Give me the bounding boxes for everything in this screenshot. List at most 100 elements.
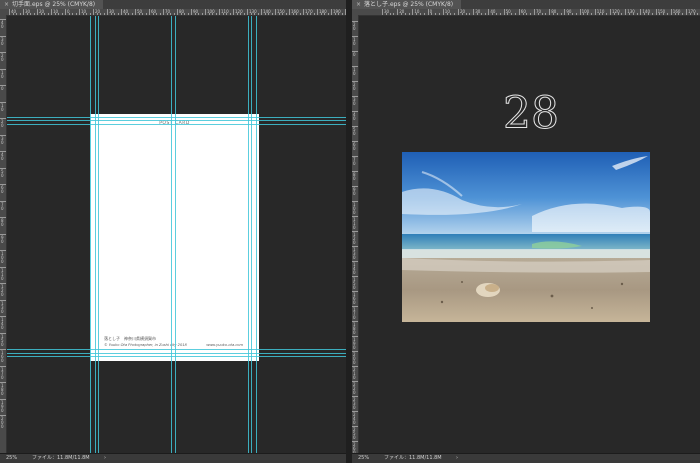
ruler-label: 150 bbox=[353, 277, 356, 290]
ruler-label: 130 bbox=[1, 300, 4, 314]
ruler-minor-tick bbox=[33, 13, 35, 15]
guide-line[interactable] bbox=[7, 356, 346, 357]
ruler-minor-tick bbox=[131, 13, 133, 15]
ruler-minor-tick bbox=[142, 13, 143, 15]
ruler-minor-tick bbox=[82, 13, 84, 15]
ruler-minor-tick bbox=[484, 13, 486, 15]
ruler-label: 180 bbox=[1, 383, 4, 396]
ruler-minor-tick bbox=[198, 13, 199, 15]
guide-line[interactable] bbox=[248, 16, 249, 454]
guide-line[interactable] bbox=[7, 353, 346, 354]
horizontal-ruler[interactable]: 30 20 10 0 10 20 30 40 50 60 70 80 90 100 110 120 130 140… bbox=[358, 9, 700, 16]
ruler-minor-tick bbox=[187, 13, 189, 15]
ruler-label: 120 bbox=[1, 284, 4, 297]
ruler-minor-tick bbox=[446, 13, 448, 15]
ruler-minor-tick bbox=[117, 13, 119, 15]
ruler-minor-tick bbox=[40, 13, 42, 15]
guide-line[interactable] bbox=[7, 349, 346, 350]
ruler-minor-tick bbox=[271, 13, 273, 15]
zoom-level[interactable]: 25% bbox=[6, 454, 17, 463]
ruler-minor-tick bbox=[292, 13, 294, 15]
guide-line[interactable] bbox=[7, 120, 346, 121]
guide-line[interactable] bbox=[98, 16, 99, 454]
ruler-label: 160 bbox=[353, 292, 356, 305]
ruler-tick bbox=[65, 9, 66, 15]
ruler-minor-tick bbox=[194, 13, 196, 15]
ruler-minor-tick bbox=[128, 13, 129, 15]
ruler-minor-tick bbox=[408, 13, 410, 15]
ruler-minor-tick bbox=[285, 13, 287, 15]
ruler-tick bbox=[488, 9, 490, 15]
tab-right-document[interactable]: × 落とし子.eps @ 25% (CMYK/8) bbox=[352, 0, 462, 9]
document-canvas[interactable]: 28 bbox=[359, 16, 700, 454]
guide-line[interactable] bbox=[175, 16, 176, 454]
ruler-minor-tick bbox=[236, 13, 238, 15]
ruler-minor-tick bbox=[54, 13, 56, 15]
status-menu-arrow[interactable]: › bbox=[456, 454, 458, 463]
close-icon[interactable]: × bbox=[356, 1, 361, 8]
ruler-label: 40 bbox=[1, 20, 4, 29]
ruler-label: 10 bbox=[1, 102, 4, 112]
ruler-minor-tick bbox=[184, 13, 185, 15]
ruler-minor-tick bbox=[89, 13, 91, 15]
ruler-label: 200 bbox=[1, 416, 4, 429]
caption-line: 落とし子 神奈川県横須賀市 bbox=[104, 336, 156, 341]
guide-line[interactable] bbox=[90, 16, 91, 454]
ruler-minor-tick bbox=[229, 13, 231, 15]
ruler-minor-tick bbox=[159, 13, 161, 15]
ruler-minor-tick bbox=[401, 13, 402, 15]
document-canvas[interactable]: POST CARD 落とし子 神奈川県横須賀市 © Yuuko Ota Phot… bbox=[7, 16, 346, 454]
ruler-label: 50 bbox=[353, 127, 356, 136]
vertical-ruler[interactable]: 40 30 20 10 0 10 20 30 40 50 60 70 80 90 100 110 120 130 1… bbox=[0, 15, 7, 454]
ruler-tick bbox=[534, 9, 535, 15]
ruler-tick bbox=[331, 9, 332, 15]
ruler-label: 90 bbox=[353, 187, 356, 196]
ruler-minor-tick bbox=[621, 13, 623, 15]
file-size-info: ファイル：11.8M/11.8M bbox=[32, 455, 90, 461]
ruler-tick bbox=[382, 9, 383, 15]
ruler-tick bbox=[640, 9, 642, 15]
ruler-tick bbox=[233, 9, 234, 15]
ruler-label: 30 bbox=[353, 97, 356, 106]
ruler-label: 140 bbox=[353, 262, 356, 275]
ruler-tick bbox=[205, 9, 206, 15]
guide-line[interactable] bbox=[256, 16, 257, 454]
guide-line[interactable] bbox=[7, 117, 346, 118]
ruler-minor-tick bbox=[100, 13, 101, 15]
guide-line[interactable] bbox=[7, 124, 346, 125]
zoom-level[interactable]: 25% bbox=[358, 454, 369, 463]
ruler-minor-tick bbox=[598, 13, 600, 15]
tab-left-document[interactable]: × 切手面.eps @ 25% (CMYK/8) bbox=[0, 0, 104, 9]
ruler-minor-tick bbox=[511, 13, 513, 15]
ruler-minor-tick bbox=[282, 13, 283, 15]
ruler-minor-tick bbox=[431, 13, 433, 15]
guide-line[interactable] bbox=[95, 16, 96, 454]
ruler-minor-tick bbox=[320, 13, 322, 15]
ruler-tick bbox=[163, 9, 164, 15]
vertical-ruler[interactable]: 20 10 0 10 20 30 40 50 60 70 80 90 100 110 120 130 140 15… bbox=[352, 15, 359, 463]
ruler-label: 110 bbox=[1, 267, 4, 281]
ruler-minor-tick bbox=[541, 13, 543, 15]
page-number: 28 bbox=[503, 88, 560, 139]
ruler-tick bbox=[37, 9, 38, 15]
guide-line[interactable] bbox=[251, 16, 252, 454]
status-bar: 25% ファイル：11.8M/11.8M › bbox=[0, 453, 346, 463]
ruler-minor-tick bbox=[530, 13, 532, 15]
ruler-minor-tick bbox=[26, 13, 28, 15]
horizontal-ruler[interactable]: 40 30 20 10 0 10 20 30 40 50 60 70 80 90 100 110 120 130 1… bbox=[6, 9, 346, 16]
ruler-label: 30 bbox=[1, 135, 4, 145]
guide-line[interactable] bbox=[171, 16, 172, 454]
ruler-minor-tick bbox=[72, 13, 73, 15]
ruler-label: 170 bbox=[353, 307, 356, 320]
ruler-tick bbox=[317, 9, 318, 15]
ruler-minor-tick bbox=[515, 13, 516, 15]
ruler-tick bbox=[594, 9, 596, 15]
ruler-minor-tick bbox=[575, 13, 577, 15]
ruler-tick bbox=[289, 9, 290, 15]
ruler-minor-tick bbox=[404, 13, 406, 15]
ruler-minor-tick bbox=[243, 13, 245, 15]
close-icon[interactable]: × bbox=[4, 1, 9, 8]
status-menu-arrow[interactable]: › bbox=[104, 454, 106, 463]
website-url: www.yuuko-ota.com bbox=[206, 343, 243, 347]
ruler-tick bbox=[412, 9, 414, 15]
